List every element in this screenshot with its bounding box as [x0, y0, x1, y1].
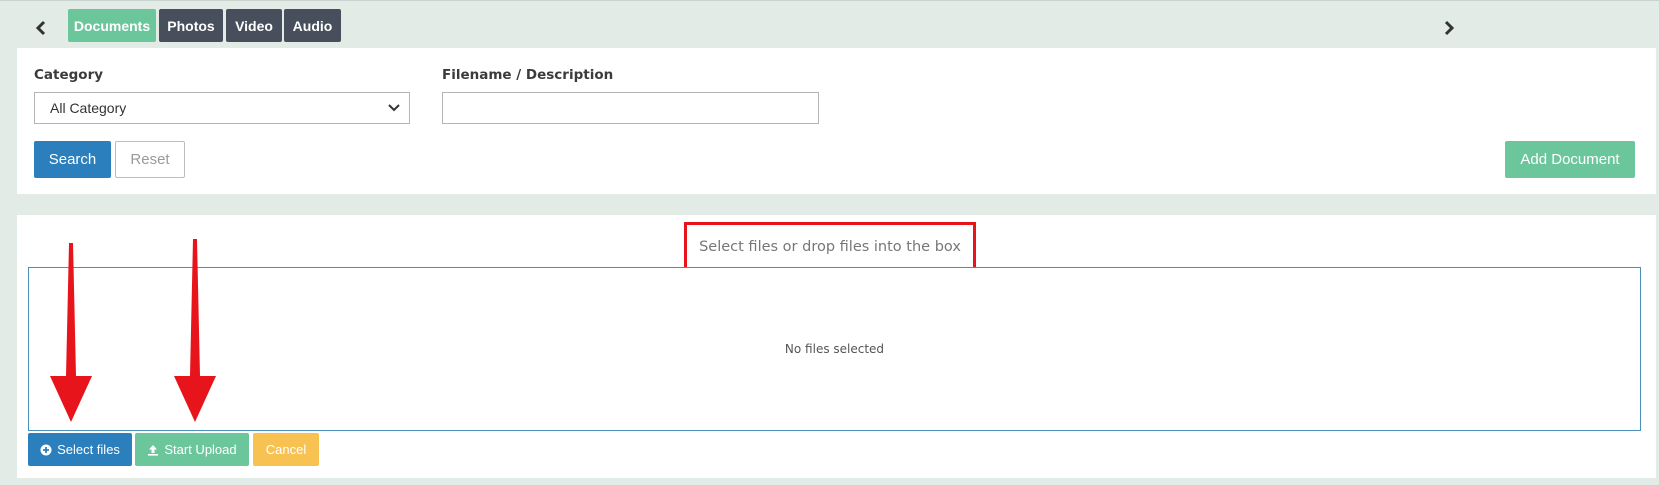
start-upload-button[interactable]: Start Upload: [135, 433, 249, 466]
select-files-label: Select files: [57, 442, 120, 457]
category-label: Category: [34, 67, 104, 83]
drop-hint-text: Select files or drop files into the box: [699, 239, 961, 255]
cancel-upload-button[interactable]: Cancel: [253, 433, 319, 466]
tab-photos[interactable]: Photos: [159, 9, 223, 42]
tab-audio[interactable]: Audio: [284, 9, 341, 42]
file-drop-zone[interactable]: No files selected: [28, 267, 1641, 431]
next-tab-button[interactable]: [1438, 14, 1460, 42]
add-document-button[interactable]: Add Document: [1505, 141, 1635, 178]
drop-hint-highlight: Select files or drop files into the box: [684, 222, 976, 272]
plus-circle-icon: [40, 444, 52, 455]
upload-icon: [148, 444, 159, 456]
filename-input[interactable]: [442, 92, 819, 124]
tab-video[interactable]: Video: [226, 9, 282, 42]
search-button[interactable]: Search: [34, 141, 111, 178]
filename-label: Filename / Description: [442, 67, 614, 83]
select-files-button[interactable]: Select files: [28, 433, 132, 466]
chevron-left-icon: [35, 20, 46, 36]
category-select-value: All Category: [50, 100, 127, 116]
chevron-down-icon: [388, 104, 400, 112]
top-border: [0, 0, 1659, 1]
chevron-right-icon: [1444, 20, 1455, 36]
category-select[interactable]: All Category: [34, 92, 410, 124]
reset-button[interactable]: Reset: [115, 141, 185, 178]
start-upload-label: Start Upload: [164, 442, 237, 457]
no-files-text: No files selected: [784, 342, 885, 356]
prev-tab-button[interactable]: [30, 14, 52, 42]
tab-documents[interactable]: Documents: [68, 9, 156, 42]
